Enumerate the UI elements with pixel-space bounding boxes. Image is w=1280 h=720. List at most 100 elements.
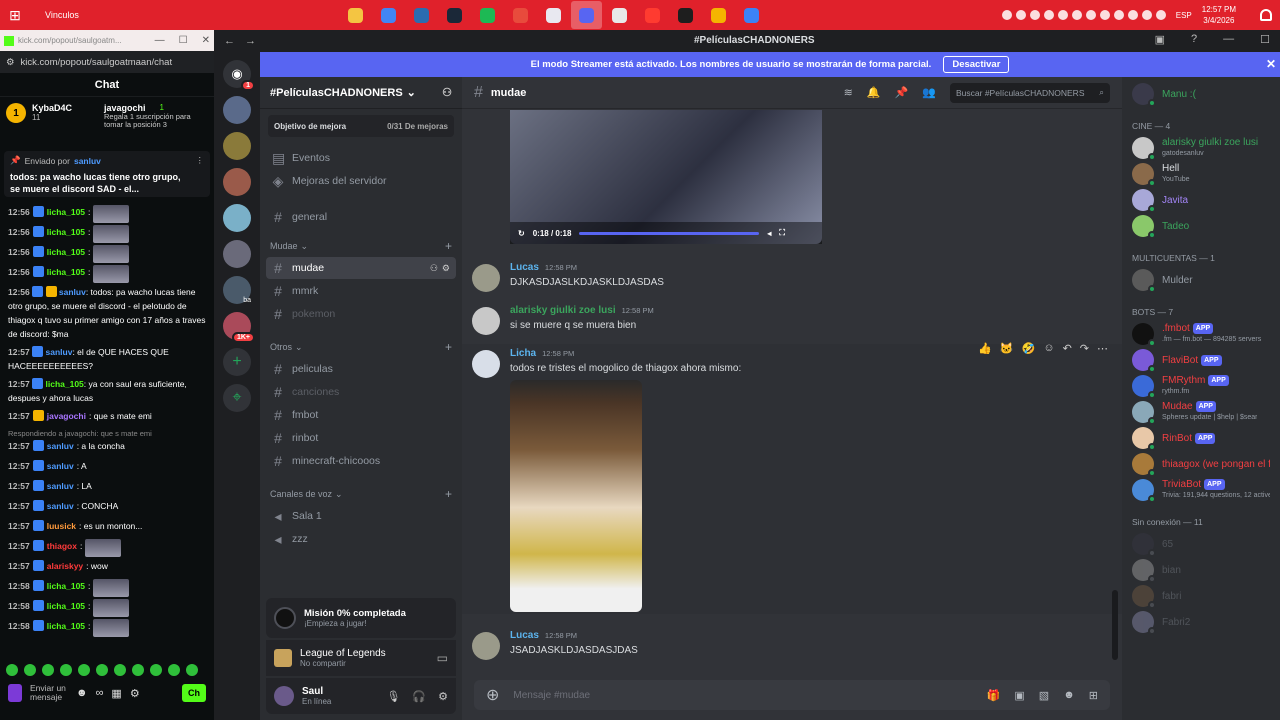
threads-icon[interactable]: ≋ <box>844 86 853 99</box>
top-gifter-name[interactable]: KybaD4C <box>32 103 98 113</box>
add-reaction-icon[interactable]: ☺ <box>1043 342 1054 355</box>
server-icon[interactable]: 1K+ <box>223 312 255 343</box>
taskbar-app-icon[interactable] <box>670 1 701 29</box>
battery-icon[interactable] <box>1155 10 1166 20</box>
chat-username[interactable]: licha_105 <box>47 619 85 633</box>
emoji-icon[interactable]: ☻ <box>1063 689 1075 702</box>
video-progress[interactable] <box>579 231 760 235</box>
add-channel-icon[interactable]: + <box>445 340 452 354</box>
emoji-icon[interactable]: ☻ <box>76 687 88 699</box>
search-input[interactable]: Buscar #PelículasCHADNONERS ⌕ <box>950 82 1110 103</box>
forward-icon[interactable]: ↷ <box>1080 342 1089 355</box>
member-item[interactable]: FlaviBot APP <box>1122 347 1280 373</box>
avatar[interactable] <box>472 632 500 660</box>
disable-streamer-mode-button[interactable]: Desactivar <box>943 56 1010 73</box>
taskbar-app-icon[interactable] <box>439 1 470 29</box>
avatar[interactable] <box>472 307 500 335</box>
emote-icon[interactable] <box>78 664 90 676</box>
chat-username[interactable]: licha_105 <box>47 579 85 593</box>
channel-canciones[interactable]: # canciones <box>266 381 456 403</box>
tray-app-icon[interactable] <box>1099 10 1110 20</box>
microphone-icon[interactable]: 🎙 <box>386 690 400 703</box>
chat-username[interactable]: licha_105 <box>47 205 85 219</box>
maximize-icon[interactable]: ☐ <box>179 35 188 46</box>
nav-server-boosts[interactable]: ◈ Mejoras del servidor <box>266 170 456 192</box>
chat-username[interactable]: licha_105 <box>47 599 85 613</box>
member-item[interactable]: alarisky giulki zoe lusi gatodesanluv <box>1122 135 1280 161</box>
member-item[interactable]: Mulder <box>1122 267 1280 293</box>
message-author[interactable]: alarisky giulki zoe lusi <box>510 305 616 316</box>
channel-minecraft[interactable]: # minecraft-chicooos <box>266 450 456 472</box>
category-mudae[interactable]: Mudae ⌄ + <box>266 236 456 256</box>
chat-username[interactable]: sanluv <box>47 499 74 513</box>
member-item[interactable]: Hell YouTube <box>1122 161 1280 187</box>
member-item[interactable]: Javita <box>1122 187 1280 213</box>
chat-username[interactable]: sanluv <box>47 479 74 493</box>
member-item[interactable]: FMRythm APP rythm.fm <box>1122 373 1280 399</box>
attach-icon[interactable]: ⊕ <box>486 685 499 705</box>
reaction-icon[interactable]: 🐱 <box>1000 342 1014 355</box>
chat-username[interactable]: sanluv <box>47 459 74 473</box>
whatsapp-icon[interactable] <box>1001 10 1012 20</box>
channel-pokemon[interactable]: # pokemon <box>266 303 456 325</box>
activity-panel[interactable]: League of Legends No compartir ▭ <box>266 640 456 676</box>
add-server-icon[interactable]: + <box>223 348 251 376</box>
gift-prompt[interactable]: Regala 1 suscripción para tomar la posic… <box>104 113 208 129</box>
taskbar-app-icon[interactable] <box>571 1 602 29</box>
emote-icon[interactable] <box>24 664 36 676</box>
taskbar-app-icon[interactable] <box>538 1 569 29</box>
taskbar-app-icon[interactable] <box>472 1 503 29</box>
address-bar[interactable]: ⚙ kick.com/popout/saulgoatmaan/chat <box>0 51 214 73</box>
emote-icon[interactable] <box>132 664 144 676</box>
chat-username[interactable]: sanluv <box>59 287 86 297</box>
clock[interactable]: 12:57 PM 3/4/2026 <box>1202 4 1236 26</box>
member-item[interactable]: Tadeo <box>1122 213 1280 239</box>
inbox-icon[interactable]: ▣ <box>1155 33 1165 46</box>
volume-icon[interactable]: ◂ <box>767 229 771 238</box>
tray-app-icon[interactable] <box>1015 10 1026 20</box>
explore-icon[interactable]: ⌖ <box>223 384 251 412</box>
gif-icon[interactable]: ▣ <box>1014 689 1024 702</box>
sticker-icon[interactable]: ▧ <box>1039 689 1049 702</box>
thumbs-up-icon[interactable]: 👍 <box>978 342 992 355</box>
video-player[interactable]: ↻ 0:18 / 0:18 ◂ ⛶ <box>510 110 822 244</box>
notification-bell-icon[interactable] <box>1260 9 1272 21</box>
emote-icon[interactable] <box>150 664 162 676</box>
scrollbar[interactable] <box>1112 590 1118 660</box>
member-item[interactable]: bian <box>1122 557 1280 583</box>
discord-home-icon[interactable]: ◉ 1 <box>223 60 255 91</box>
member-item[interactable]: 65 <box>1122 531 1280 557</box>
member-item[interactable]: TriviaBot APP Trivia: 191,944 questions, 1… <box>1122 477 1280 503</box>
back-icon[interactable]: ← <box>224 35 235 47</box>
emote-icon[interactable] <box>168 664 180 676</box>
emote-icon[interactable] <box>114 664 126 676</box>
member-item[interactable]: Fabri2 <box>1122 609 1280 635</box>
members-icon[interactable]: 👥 <box>922 86 936 99</box>
pin-icon[interactable]: 📌 <box>895 86 909 99</box>
channel-peliculas[interactable]: # peliculas <box>266 358 456 380</box>
channel-fmbot[interactable]: # fmbot <box>266 404 456 426</box>
chat-username[interactable]: licha_105 <box>47 245 85 259</box>
taskbar-app-icon[interactable] <box>703 1 734 29</box>
image-attachment[interactable] <box>510 380 642 612</box>
gift-icon[interactable]: 🎁 <box>987 689 1001 702</box>
close-icon[interactable]: ✕ <box>1266 57 1276 71</box>
add-channel-icon[interactable]: + <box>445 487 452 501</box>
avatar[interactable] <box>472 350 500 378</box>
avatar[interactable] <box>472 264 500 292</box>
nav-events[interactable]: ▤ Eventos <box>266 147 456 169</box>
chat-username[interactable]: alariskyy <box>47 559 83 573</box>
server-header[interactable]: #PelículasCHADNONERS ⌄ ⚇ <box>260 77 462 109</box>
reaction-icon[interactable]: 🤣 <box>1022 342 1036 355</box>
server-folder-icon[interactable] <box>223 240 251 268</box>
chat-username[interactable]: licha_105 <box>47 225 85 239</box>
chat-username[interactable]: javagochi <box>47 409 86 423</box>
windows-start-icon[interactable]: ⊞ <box>0 0 30 30</box>
chat-username[interactable]: luusick <box>47 519 76 533</box>
mic-icon[interactable] <box>8 684 22 702</box>
taskbar-app-icon[interactable] <box>340 1 371 29</box>
headphones-icon[interactable]: 🎧 <box>412 690 426 703</box>
boost-goal[interactable]: Objetivo de mejora 0/31 De mejoras <box>268 115 454 137</box>
chat-username[interactable]: thiagox <box>47 539 77 553</box>
pinned-user[interactable]: sanluv <box>74 156 101 166</box>
